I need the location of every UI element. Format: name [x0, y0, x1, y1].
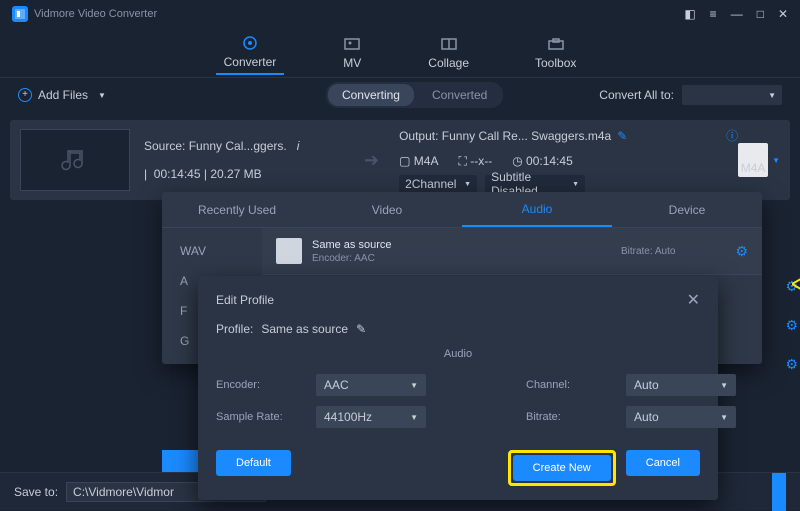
- nav-toolbox[interactable]: Toolbox: [527, 32, 584, 74]
- profile-name: Same as source: [312, 239, 621, 251]
- toolbar: + Add Files ▼ Converting Converted Conve…: [0, 78, 800, 112]
- profile-encoder: Encoder: AAC: [312, 253, 621, 264]
- profile-bitrate: Bitrate: Auto: [621, 246, 675, 257]
- nav-converter[interactable]: Converter: [216, 31, 285, 75]
- profile-icon: [276, 238, 302, 264]
- edit-profile-dialog: Edit Profile ✕ Profile: Same as source ✎…: [198, 276, 718, 500]
- nav-collage-label: Collage: [428, 56, 469, 70]
- edit-icon[interactable]: ✎: [356, 322, 366, 336]
- feedback-icon[interactable]: ◧: [684, 7, 695, 21]
- maximize-icon[interactable]: □: [757, 7, 764, 21]
- convert-all-label: Convert All to:: [599, 88, 674, 102]
- source-size: 20.27 MB: [210, 167, 261, 181]
- chevron-down-icon: ▼: [768, 91, 776, 100]
- convert-tab-group: Converting Converted: [326, 82, 503, 108]
- tab-device[interactable]: Device: [612, 192, 762, 227]
- bitrate-dropdown[interactable]: Auto▼: [626, 406, 736, 428]
- bitrate-label: Bitrate:: [526, 411, 606, 423]
- music-note-icon: [60, 145, 90, 175]
- default-button[interactable]: Default: [216, 450, 291, 476]
- divider: |: [201, 167, 211, 181]
- create-new-highlight: Create New: [508, 450, 616, 486]
- subtitle-dropdown[interactable]: Subtitle Disabled▼: [485, 175, 585, 193]
- sample-rate-label: Sample Rate:: [216, 411, 296, 423]
- output-label: Output: Funny Call Re... Swaggers.m4a: [399, 129, 611, 143]
- info-icon[interactable]: ⓘ: [726, 127, 738, 144]
- output-duration: 00:14:45: [526, 154, 573, 168]
- source-column: Source: Funny Cal...ggers. i | 00:14:45 |…: [144, 139, 344, 181]
- tab-video[interactable]: Video: [312, 192, 462, 227]
- save-to-label: Save to:: [14, 485, 58, 499]
- app-title: Vidmore Video Converter: [34, 8, 157, 20]
- dialog-title: Edit Profile: [216, 293, 274, 307]
- tab-converted[interactable]: Converted: [418, 84, 501, 106]
- minimize-icon[interactable]: —: [731, 7, 743, 21]
- app-logo-icon: [12, 6, 28, 22]
- chevron-down-icon: ▼: [98, 91, 106, 100]
- edit-icon[interactable]: ✎: [617, 129, 627, 143]
- convert-button[interactable]: [772, 473, 786, 511]
- profile-row[interactable]: Same as source Encoder: AAC Bitrate: Aut…: [262, 228, 762, 275]
- gear-icon[interactable]: ⚙: [735, 243, 748, 260]
- mv-icon: [342, 36, 362, 52]
- resolution-icon: ⛶: [458, 154, 466, 168]
- add-files-button[interactable]: + Add Files ▼: [18, 88, 106, 102]
- file-row: Source: Funny Cal...ggers. i | 00:14:45 |…: [10, 120, 790, 200]
- format-tabs: Recently Used Video Audio Device: [162, 192, 762, 228]
- category-wav[interactable]: WAV: [162, 236, 262, 266]
- tab-converting[interactable]: Converting: [328, 84, 414, 106]
- output-resolution: --x--: [470, 154, 492, 168]
- sample-rate-dropdown[interactable]: 44100Hz▼: [316, 406, 426, 428]
- create-new-button[interactable]: Create New: [513, 455, 611, 481]
- menu-icon[interactable]: ≡: [710, 7, 717, 21]
- info-icon[interactable]: i: [297, 139, 300, 153]
- output-column: Output: Funny Call Re... Swaggers.m4a✎ⓘ …: [399, 127, 738, 193]
- encoder-dropdown[interactable]: AAC▼: [316, 374, 426, 396]
- section-title: Audio: [216, 348, 700, 360]
- cancel-button[interactable]: Cancel: [626, 450, 700, 476]
- gear-icon[interactable]: ⚙: [785, 356, 798, 373]
- file-thumbnail[interactable]: [20, 129, 130, 191]
- convert-all-to: Convert All to: ▼: [599, 85, 782, 105]
- arrow-right-icon: ➔: [364, 150, 379, 171]
- convert-all-dropdown[interactable]: ▼: [682, 85, 782, 105]
- main-nav: Converter MV Collage Toolbox: [0, 28, 800, 78]
- converter-icon: [240, 35, 260, 51]
- nav-converter-label: Converter: [224, 55, 277, 69]
- source-duration: 00:14:45: [154, 167, 201, 181]
- channel-dropdown[interactable]: 2Channel▼: [399, 175, 477, 193]
- format-badge[interactable]: M4A: [738, 143, 768, 177]
- pointer-arrow-icon: [792, 276, 800, 292]
- profile-value: Same as source: [261, 322, 348, 336]
- profile-label: Profile:: [216, 322, 253, 336]
- collage-icon: [439, 36, 459, 52]
- divider: |: [144, 167, 154, 181]
- channel-dropdown[interactable]: Auto▼: [626, 374, 736, 396]
- container-icon: ▢: [399, 154, 410, 168]
- gear-icon[interactable]: ⚙: [785, 317, 798, 334]
- toolbox-icon: [546, 36, 566, 52]
- titlebar: Vidmore Video Converter ◧ ≡ — □ ✕: [0, 0, 800, 28]
- encoder-label: Encoder:: [216, 379, 296, 391]
- nav-collage[interactable]: Collage: [420, 32, 477, 74]
- source-label: Source: Funny Cal...ggers.: [144, 139, 287, 153]
- close-icon[interactable]: ✕: [778, 7, 788, 21]
- close-icon[interactable]: ✕: [687, 290, 700, 310]
- tab-audio[interactable]: Audio: [462, 192, 612, 227]
- nav-mv[interactable]: MV: [334, 32, 370, 74]
- clock-icon: ◷: [512, 154, 522, 168]
- output-container: M4A: [414, 154, 439, 168]
- plus-icon: +: [18, 88, 32, 102]
- chevron-down-icon[interactable]: ▼: [772, 156, 780, 165]
- channel-label: Channel:: [526, 379, 606, 391]
- add-files-label: Add Files: [38, 88, 88, 102]
- nav-toolbox-label: Toolbox: [535, 56, 576, 70]
- nav-mv-label: MV: [343, 56, 361, 70]
- window-controls: ◧ ≡ — □ ✕: [684, 7, 788, 21]
- tab-recently-used[interactable]: Recently Used: [162, 192, 312, 227]
